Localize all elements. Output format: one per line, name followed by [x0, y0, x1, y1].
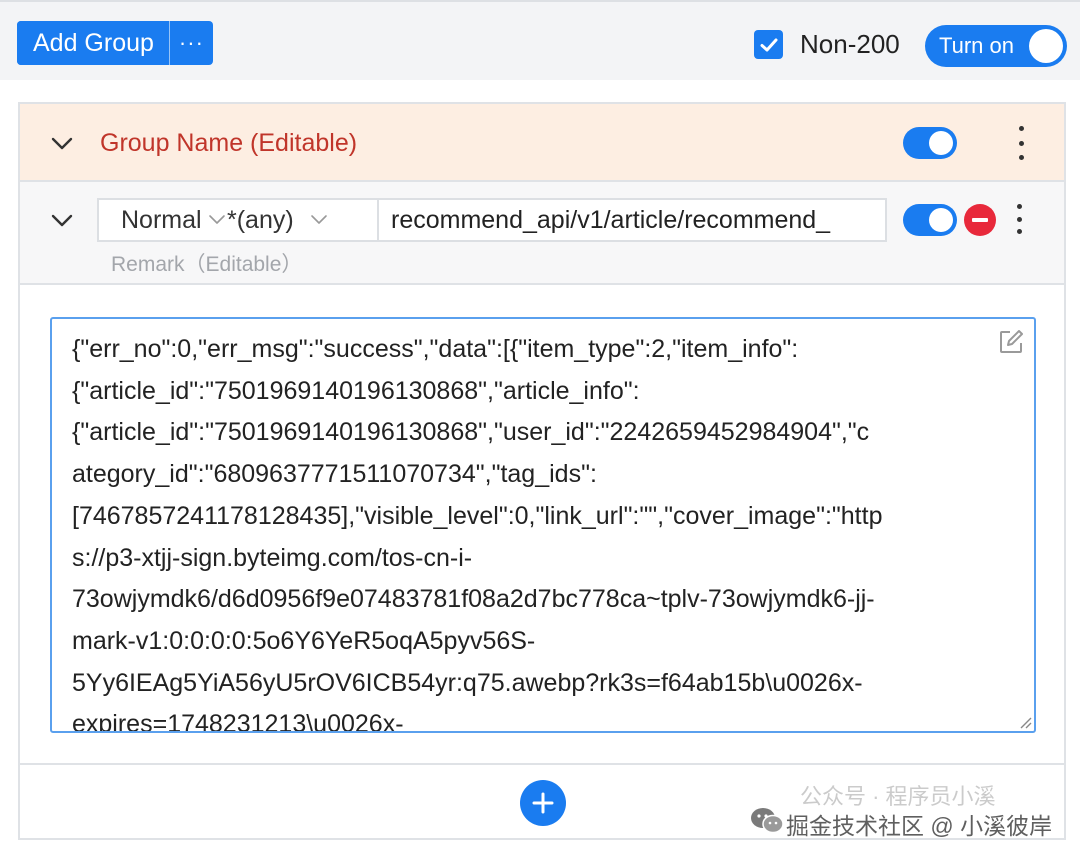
toggle-knob: [929, 131, 953, 155]
group-enable-toggle[interactable]: [903, 127, 957, 159]
watermark: 公众号 · 程序员小溪 掘金技术社区 @ 小溪彼岸: [750, 779, 1070, 839]
non200-filter[interactable]: Non-200: [754, 29, 900, 60]
chevron-down-icon[interactable]: [51, 132, 73, 154]
master-toggle[interactable]: Turn on: [925, 25, 1067, 67]
response-body-area: {"err_no":0,"err_msg":"success","data":[…: [20, 285, 1064, 765]
toggle-knob: [1029, 29, 1063, 63]
watermark-line2: 掘金技术社区 @ 小溪彼岸: [786, 813, 1053, 839]
rule-enable-toggle[interactable]: [903, 204, 957, 236]
chevron-down-icon: [310, 215, 327, 224]
method-select[interactable]: Normal: [99, 200, 227, 240]
add-group-button[interactable]: Add Group: [17, 21, 169, 65]
toggle-knob: [929, 208, 953, 232]
method-value: Normal: [121, 205, 202, 234]
plus-icon: [532, 792, 554, 814]
non200-label: Non-200: [800, 29, 900, 59]
wechat-icon: [751, 808, 784, 834]
group-header: Group Name (Editable): [20, 104, 1064, 182]
response-body-editor[interactable]: {"err_no":0,"err_msg":"success","data":[…: [50, 317, 1036, 733]
add-group-button-group: Add Group ···: [17, 21, 213, 65]
rule-row: Normal *(any) Remark（Editable）: [20, 182, 1064, 285]
rule-menu-icon[interactable]: [1014, 204, 1024, 234]
resize-handle-icon[interactable]: [1018, 715, 1032, 729]
checkmark-icon: [760, 38, 777, 51]
group-panel: Group Name (Editable) Normal *(any) reco…: [18, 102, 1066, 840]
edit-icon[interactable]: [998, 329, 1024, 355]
status-select[interactable]: *(any): [227, 200, 379, 240]
add-rule-button[interactable]: [520, 780, 566, 826]
chevron-down-icon[interactable]: [51, 209, 73, 231]
remark-field[interactable]: Remark（Editable）: [111, 248, 302, 278]
top-toolbar: Add Group ··· Non-200 Turn on: [0, 0, 1080, 80]
status-value: *(any): [227, 205, 294, 234]
master-toggle-label: Turn on: [939, 33, 1015, 58]
group-name[interactable]: Group Name (Editable): [100, 104, 357, 182]
group-menu-icon[interactable]: [1016, 126, 1026, 160]
remove-rule-button[interactable]: [964, 204, 996, 236]
minus-icon: [972, 218, 988, 222]
response-body-text[interactable]: {"err_no":0,"err_msg":"success","data":[…: [72, 329, 1012, 731]
url-input[interactable]: [379, 200, 885, 240]
more-options-button[interactable]: ···: [168, 21, 213, 65]
non200-checkbox[interactable]: [754, 30, 783, 59]
chevron-down-icon: [208, 215, 225, 224]
rule-matcher: Normal *(any): [97, 198, 887, 242]
panel-footer: 公众号 · 程序员小溪 掘金技术社区 @ 小溪彼岸: [20, 765, 1064, 839]
